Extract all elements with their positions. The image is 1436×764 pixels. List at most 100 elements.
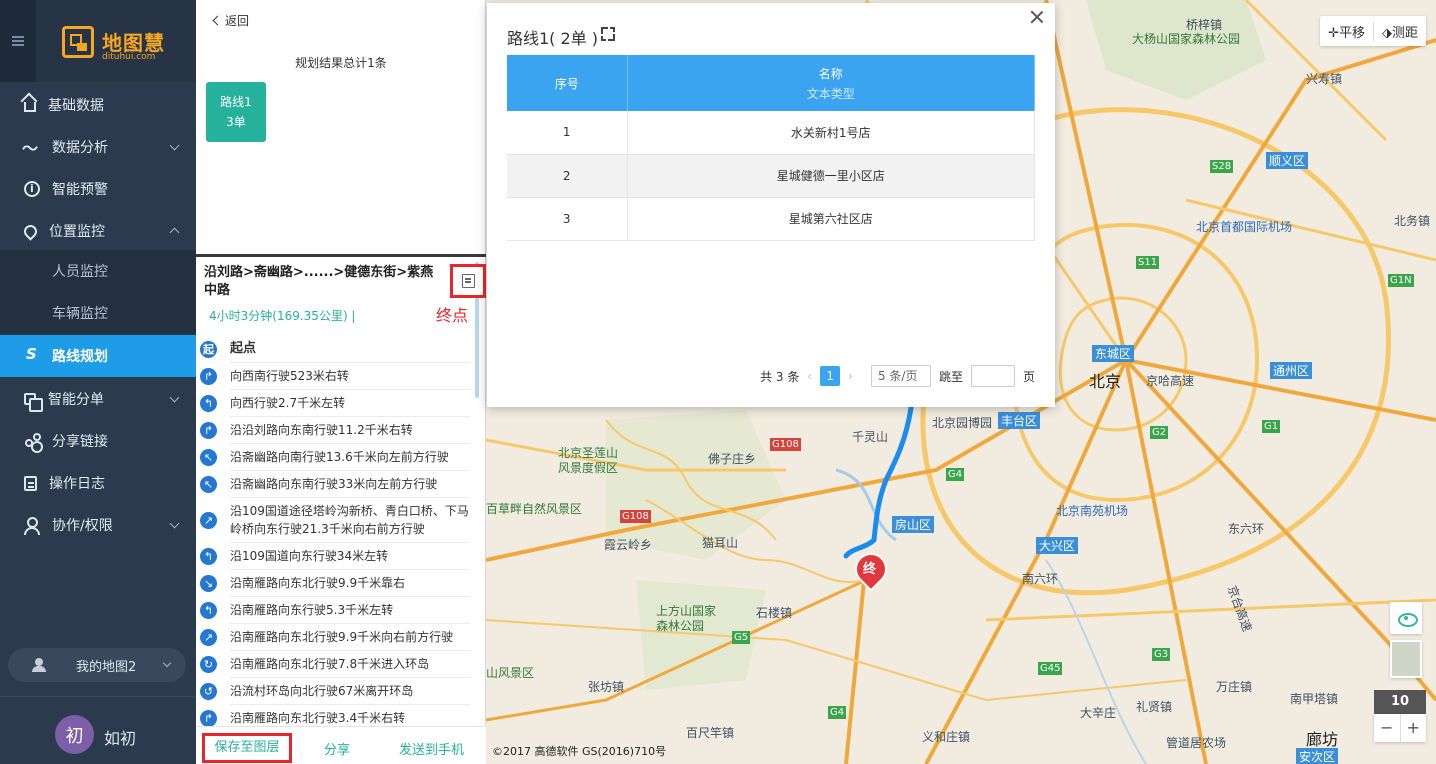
- chevron-up-icon: [169, 227, 180, 238]
- route-step[interactable]: ↰ 沿南雁路向东行驶5.3千米左转: [200, 597, 470, 624]
- avatar[interactable]: 初: [55, 715, 94, 754]
- sidebar-item-vehicle-monitor[interactable]: 车辆监控: [0, 292, 196, 334]
- route-step[interactable]: ↺ 沿流村环岛向北行驶67米离开环岛: [200, 678, 470, 705]
- route-step[interactable]: ↘ 沿南雁路向东北行驶9.9千米靠右: [200, 570, 470, 597]
- route-detail-button[interactable]: [450, 264, 486, 298]
- sidebar-item-smart-dispatch[interactable]: 智能分单: [0, 378, 196, 420]
- pan-button[interactable]: ✛平移: [1320, 22, 1373, 41]
- chevron-right-icon[interactable]: ›: [848, 369, 853, 383]
- route-step[interactable]: ↱ 沿沿刘路向东南行驶11.2千米右转: [200, 417, 470, 444]
- route-step[interactable]: ↗ 沿109国道途径塔岭沟新桥、青白口桥、下马岭桥向东行驶21.3千米向右前方行驶: [200, 498, 470, 543]
- turn-left-icon: ↰: [200, 602, 217, 619]
- result-total: 规划结果总计1条: [295, 56, 387, 70]
- home-icon: [24, 102, 36, 112]
- route-step[interactable]: ↗ 沿南雁路向东北行驶9.9千米向右前方行驶: [200, 624, 470, 651]
- district-tag: 东城区: [1092, 345, 1135, 362]
- turn-left-icon: ↰: [200, 548, 217, 565]
- table-cell: 3: [507, 197, 628, 241]
- eye-icon[interactable]: [1390, 602, 1422, 634]
- sidebar-item-personnel-monitor[interactable]: 人员监控: [0, 250, 196, 292]
- end-marker-label: 终: [863, 562, 877, 577]
- roundabout-exit-icon: ↺: [200, 683, 217, 700]
- road-tag: S28: [1210, 160, 1234, 173]
- chart-line-icon: [22, 135, 40, 159]
- route-icon: [24, 345, 40, 364]
- table-row[interactable]: 1 水关新村1号店: [507, 111, 1035, 155]
- close-icon[interactable]: [1029, 9, 1045, 25]
- route-card[interactable]: 路线1 3单: [206, 82, 266, 142]
- divider: [0, 696, 196, 697]
- road-tag: G4: [828, 706, 847, 719]
- start-icon: 起: [200, 341, 217, 358]
- district-tag: 顺义区: [1266, 152, 1309, 169]
- sidebar-item-share-link[interactable]: 分享链接: [0, 420, 196, 462]
- route-step[interactable]: ↖ 沿斋幽路向南行驶13.6千米向左前方行驶: [200, 444, 470, 471]
- info-icon: [24, 181, 40, 197]
- table-cell: 星城健德一里小区店: [627, 154, 1035, 198]
- page-size-select[interactable]: 5 条/页: [870, 365, 931, 387]
- jump-label: 跳至: [938, 369, 963, 384]
- route-step[interactable]: 起起点: [200, 336, 470, 363]
- table-cell: 2: [507, 154, 628, 198]
- my-map-selector[interactable]: 我的地图2: [8, 648, 186, 682]
- road-tag: G5: [732, 631, 751, 644]
- road-tag: S11: [1136, 256, 1160, 269]
- user-name[interactable]: 如初: [104, 725, 136, 749]
- sidebar-item-route-planning[interactable]: 路线规划: [0, 335, 196, 377]
- logo-icon: [62, 26, 94, 58]
- route-step[interactable]: ↰ 向西行驶2.7千米左转: [200, 390, 470, 417]
- table-row[interactable]: 2 星城健德一里小区店: [507, 154, 1035, 198]
- district-tag: 房山区: [892, 516, 935, 533]
- turn-right-icon: ↱: [200, 710, 217, 727]
- map-label: 大辛庄: [1080, 706, 1117, 720]
- route-step[interactable]: ↻ 沿南雁路向东北行驶7.8千米进入环岛: [200, 651, 470, 678]
- bear-right-icon: ↗: [200, 629, 217, 646]
- logo[interactable]: 地图慧 dituhui.com: [62, 24, 172, 64]
- chevron-down-icon: [169, 392, 180, 403]
- save-to-layer-button[interactable]: 保存至图层: [202, 733, 292, 763]
- route-card-name: 路线1: [220, 95, 252, 109]
- measure-button[interactable]: ⬗测距: [1373, 21, 1426, 41]
- table-header: 序号: [507, 55, 628, 111]
- map-label: 北京南苑机场: [1056, 504, 1129, 518]
- user-icon: [24, 517, 40, 535]
- map-label: 兴寿镇: [1306, 72, 1343, 86]
- menu-toggle-icon[interactable]: [0, 0, 36, 82]
- map-label: 万庄镇: [1216, 680, 1253, 694]
- route-summary: 沿刘路>斋幽路>......>健德东街>紫燕中路: [204, 265, 434, 298]
- send-to-phone-button[interactable]: 发送到手机: [399, 739, 464, 758]
- map-label: 北京圣莲山风景度假区: [558, 446, 619, 475]
- map-label: 廊坊: [1306, 730, 1339, 749]
- sidebar: 地图慧 dituhui.com 基础数据 数据分析 智能预警 位置监控 人员监控…: [0, 0, 196, 764]
- jump-page-input[interactable]: [970, 365, 1015, 387]
- chevron-down-icon: [169, 140, 180, 151]
- back-button[interactable]: 返回: [214, 12, 249, 29]
- map-label: 南六环: [1022, 572, 1059, 586]
- sidebar-item-location-monitor[interactable]: 位置监控: [0, 210, 196, 252]
- share-button[interactable]: 分享: [324, 739, 350, 758]
- route-step[interactable]: ↖ 沿斋幽路向东南行驶33米向左前方行驶: [200, 471, 470, 498]
- pagination-current-page[interactable]: 1: [820, 366, 841, 386]
- layer-switch-icon[interactable]: [1390, 640, 1422, 678]
- chevron-left-icon[interactable]: ‹: [807, 369, 812, 383]
- map-label: 南甲塔镇: [1290, 692, 1339, 706]
- route-step[interactable]: ↰ 沿109国道向东行驶34米左转: [200, 543, 470, 570]
- sidebar-item-operation-log[interactable]: 操作日志: [0, 462, 196, 504]
- map-label: 佛子庄乡: [708, 452, 757, 466]
- table-row[interactable]: 3 星城第六社区店: [507, 197, 1035, 241]
- chevron-down-icon: [169, 518, 180, 529]
- sidebar-item-data-analysis[interactable]: 数据分析: [0, 126, 196, 168]
- sidebar-item-smart-alert[interactable]: 智能预警: [0, 168, 196, 210]
- bear-right-icon: ↗: [200, 512, 217, 529]
- zoom-out-button[interactable]: −: [1374, 714, 1400, 742]
- expand-icon[interactable]: [601, 27, 615, 41]
- map-label: 霞云岭乡: [604, 538, 653, 552]
- route-step[interactable]: ↱ 向西南行驶523米右转: [200, 363, 470, 390]
- sidebar-item-basic-data[interactable]: 基础数据: [0, 84, 196, 126]
- map-label: 上方山国家森林公园: [656, 604, 717, 633]
- map-label: 石楼镇: [756, 606, 793, 620]
- zoom-in-button[interactable]: +: [1399, 714, 1427, 742]
- route-time: 4小时3分钟(169.35公里) |: [209, 309, 356, 323]
- sidebar-item-collaboration[interactable]: 协作/权限: [0, 504, 196, 546]
- table-cell: 1: [507, 111, 628, 155]
